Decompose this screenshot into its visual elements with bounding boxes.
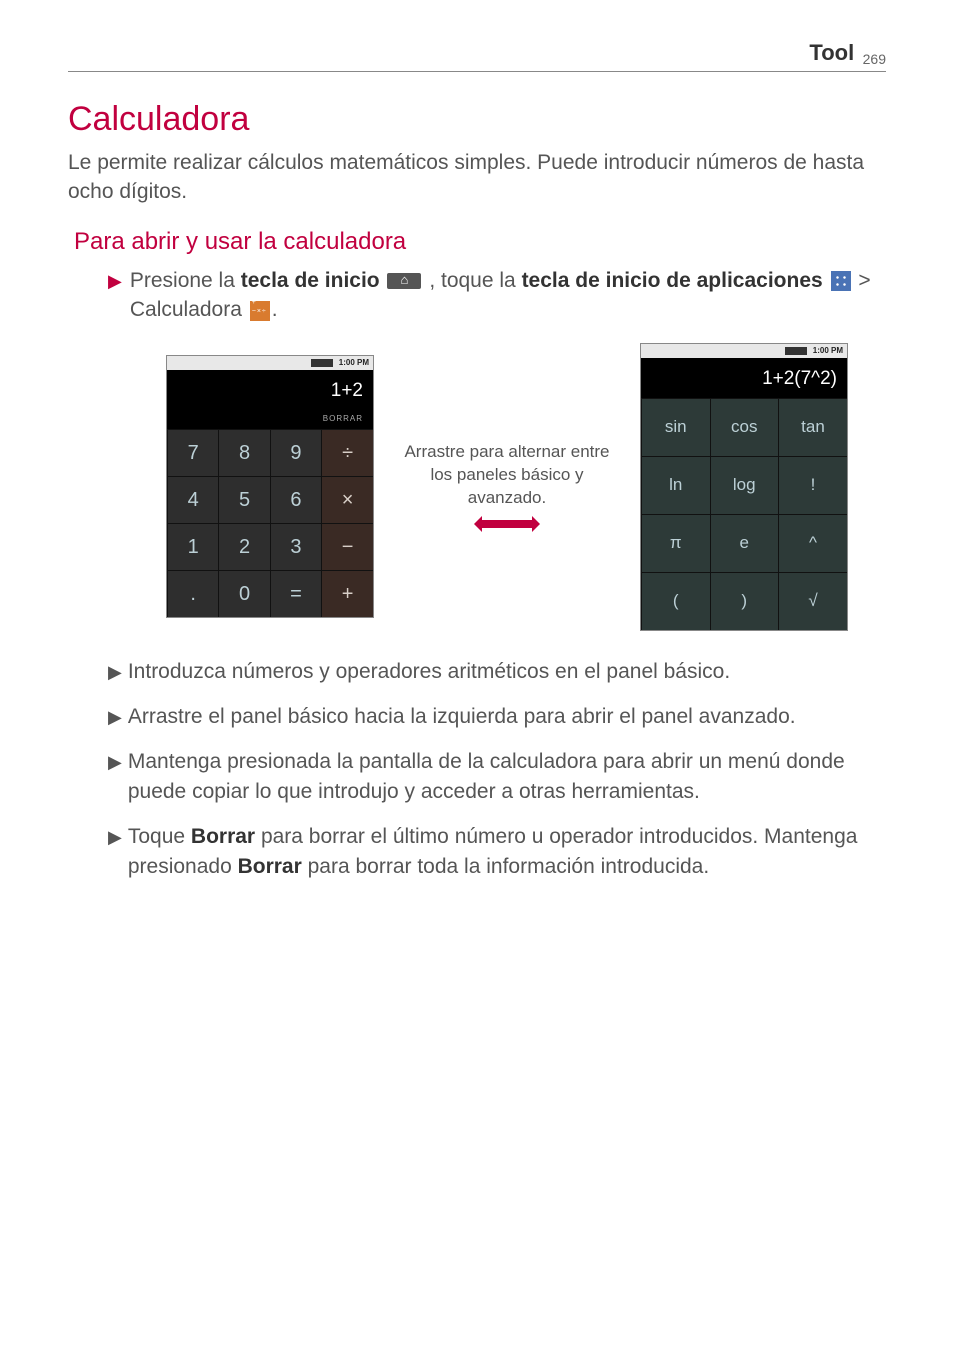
key-equals: = xyxy=(270,571,321,618)
key-sqrt: √ xyxy=(779,572,848,630)
key-sin: sin xyxy=(642,398,711,456)
page-number: 269 xyxy=(863,51,886,67)
key-ln: ln xyxy=(642,456,711,514)
bullet-item: ▶ Arrastre el panel básico hacia la izqu… xyxy=(108,702,886,731)
key-minus: − xyxy=(322,524,373,571)
step-open-calculator: ▶ Presione la tecla de inicio , toque la… xyxy=(108,266,886,325)
key-5: 5 xyxy=(219,477,270,524)
key-2: 2 xyxy=(219,524,270,571)
calc-display-advanced: 1+2(7^2) xyxy=(641,358,847,398)
bullet-arrow-icon: ▶ xyxy=(108,825,122,850)
bullet-arrow-icon: ▶ xyxy=(108,750,122,775)
key-1: 1 xyxy=(168,524,219,571)
bullet-arrow-icon: ▶ xyxy=(108,705,122,730)
home-key-icon xyxy=(387,273,421,289)
key-divide: ÷ xyxy=(322,430,373,477)
bullet-item-borrar: ▶ Toque Borrar para borrar el último núm… xyxy=(108,822,886,881)
swipe-arrow-icon xyxy=(392,516,622,532)
bullet-text: Arrastre el panel básico hacia la izquie… xyxy=(128,702,796,731)
bullet-arrow-icon: ▶ xyxy=(108,660,122,685)
key-7: 7 xyxy=(168,430,219,477)
step-text: Presione la tecla de inicio , toque la t… xyxy=(130,266,886,325)
key-open-paren: ( xyxy=(642,572,711,630)
section-name: Tool xyxy=(809,40,854,65)
key-4: 4 xyxy=(168,477,219,524)
key-multiply: × xyxy=(322,477,373,524)
bullet-text: Mantenga presionada la pantalla de la ca… xyxy=(128,747,886,806)
key-tan: tan xyxy=(779,398,848,456)
intro-paragraph: Le permite realizar cálculos matemáticos… xyxy=(68,149,886,206)
calculator-app-icon xyxy=(250,301,270,321)
bullet-item: ▶ Introduzca números y operadores aritmé… xyxy=(108,657,886,686)
page-title: Calculadora xyxy=(68,100,886,139)
key-8: 8 xyxy=(219,430,270,477)
calc-display-basic: 1+2 xyxy=(167,370,373,410)
status-bar: 1:00 PM xyxy=(167,356,373,370)
key-3: 3 xyxy=(270,524,321,571)
key-0: 0 xyxy=(219,571,270,618)
status-bar: 1:00 PM xyxy=(641,344,847,358)
key-close-paren: ) xyxy=(710,572,779,630)
key-power: ^ xyxy=(779,514,848,572)
swipe-caption: Arrastre para alternar entre los paneles… xyxy=(392,441,622,510)
advanced-keypad: sin cos tan ln log ! π e ^ ( ) √ xyxy=(641,398,847,630)
calculator-basic-screenshot: 1:00 PM 1+2 BORRAR 7 8 9 ÷ 4 5 6 × 1 xyxy=(166,355,374,618)
bullet-text: Toque Borrar para borrar el último númer… xyxy=(128,822,886,881)
key-log: log xyxy=(710,456,779,514)
bullet-text: Introduzca números y operadores aritméti… xyxy=(128,657,730,686)
key-plus: + xyxy=(322,571,373,618)
section-subtitle: Para abrir y usar la calculadora xyxy=(74,228,886,256)
swipe-instruction: Arrastre para alternar entre los paneles… xyxy=(392,441,622,532)
key-e: e xyxy=(710,514,779,572)
clear-label: BORRAR xyxy=(167,410,373,429)
running-header: Tool 269 xyxy=(68,40,886,72)
key-pi: π xyxy=(642,514,711,572)
bullet-item: ▶ Mantenga presionada la pantalla de la … xyxy=(108,747,886,806)
basic-keypad: 7 8 9 ÷ 4 5 6 × 1 2 3 − . xyxy=(167,429,373,617)
key-9: 9 xyxy=(270,430,321,477)
bullet-arrow-icon: ▶ xyxy=(108,269,122,294)
key-cos: cos xyxy=(710,398,779,456)
key-dot: . xyxy=(168,571,219,618)
key-factorial: ! xyxy=(779,456,848,514)
calculator-advanced-screenshot: 1:00 PM 1+2(7^2) sin cos tan ln log ! π … xyxy=(640,343,848,631)
key-6: 6 xyxy=(270,477,321,524)
calculator-figure: 1:00 PM 1+2 BORRAR 7 8 9 ÷ 4 5 6 × 1 xyxy=(128,343,886,631)
apps-key-icon xyxy=(831,271,851,291)
